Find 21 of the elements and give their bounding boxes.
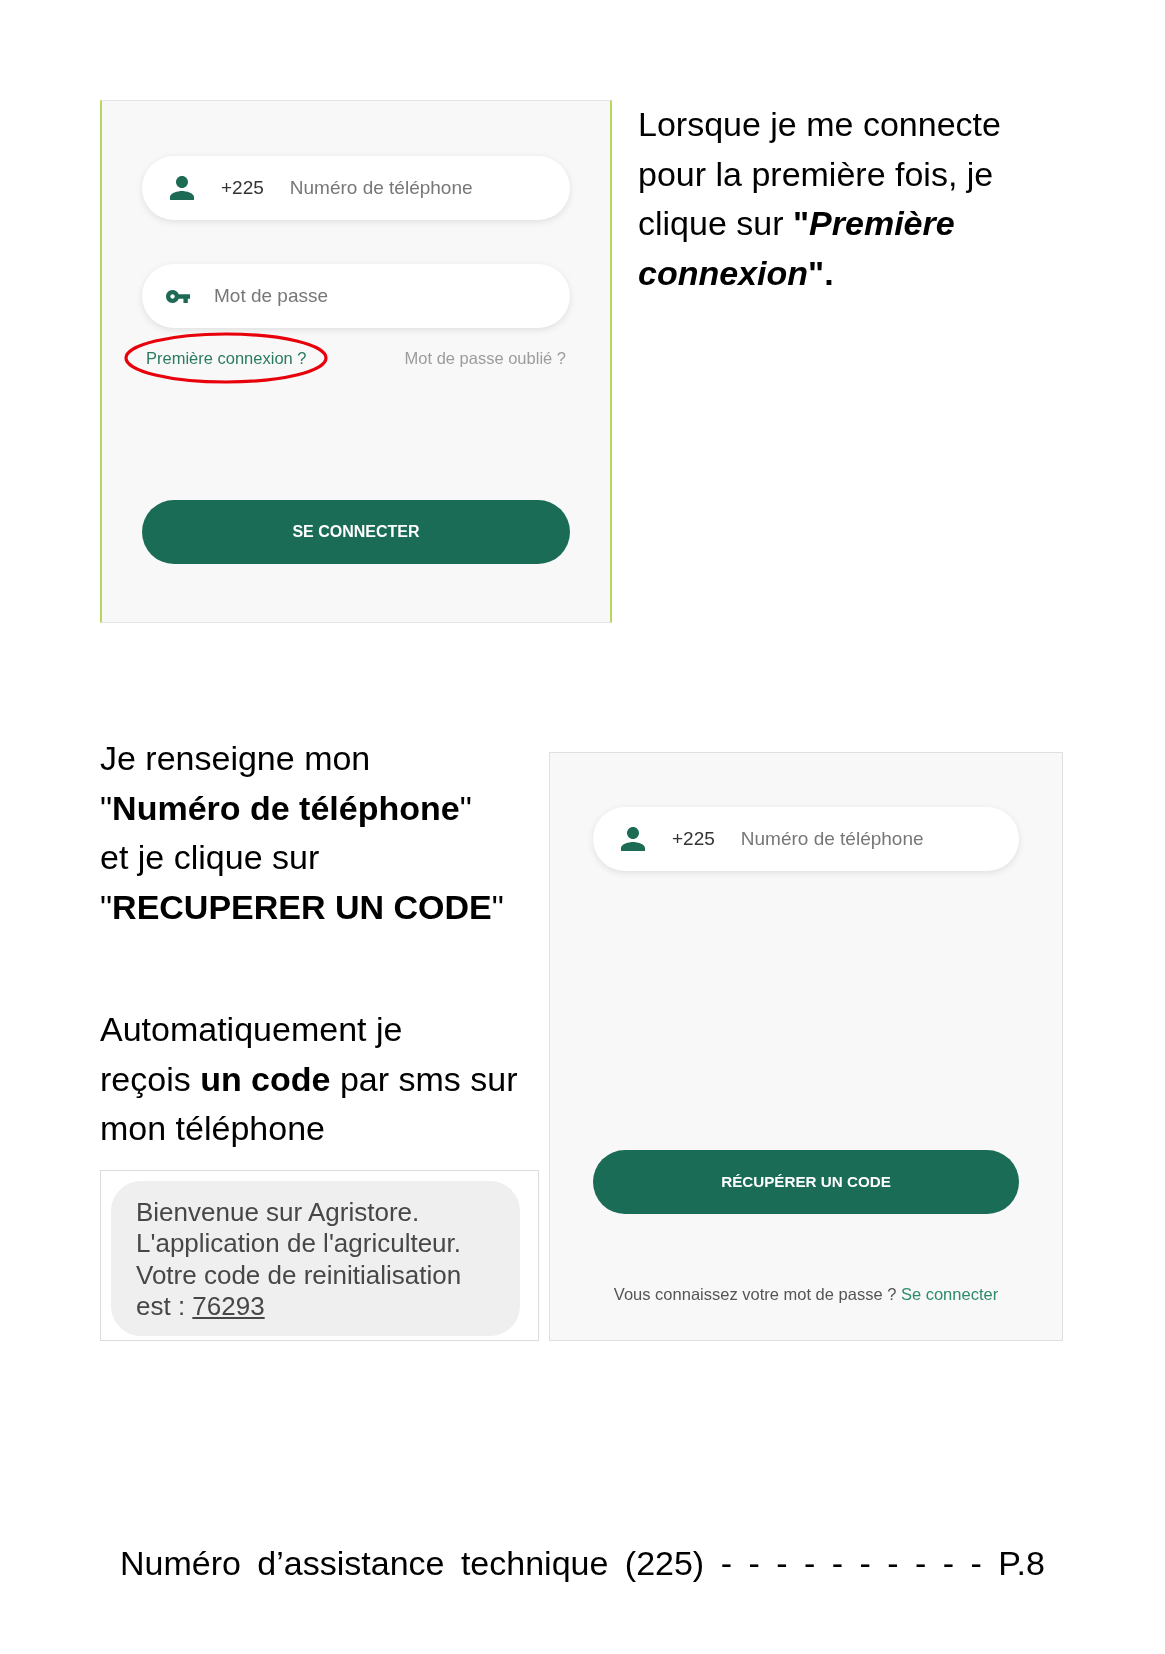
instruction-text: Automatiquement je reçois un code par sms sur mon téléphone (100, 1009, 519, 1149)
code-link[interactable]: 76293 (192, 1291, 265, 1321)
login-prompt-text: Vous connaissez votre mot de passe ? Se connecter (612, 1284, 1000, 1304)
sign-in-link[interactable]: Se connecter (900, 1285, 999, 1303)
password-input[interactable]: Mot de passe (214, 281, 570, 311)
phone-field[interactable]: +225 Numéro de téléphone (142, 156, 570, 220)
person-icon (621, 827, 645, 851)
phone-number-input[interactable]: Numéro de téléphone (289, 173, 570, 203)
phone-field[interactable]: +225 Numéro de téléphone (593, 807, 1019, 871)
phone-number-input[interactable]: Numéro de téléphone (740, 824, 1019, 854)
key-icon (166, 289, 190, 303)
password-field[interactable]: Mot de passe (142, 264, 570, 328)
sms-message-bubble: Bienvenue sur Agristore. L'application de l'agriculteur. Votre code de reinitialisation est : 76293 (111, 1180, 520, 1336)
login-button[interactable]: SE CONNECTER (142, 500, 570, 564)
instruction-text: Je renseigne mon "Numéro de téléphone" et je clique sur "RECUPERER UN CODE" (100, 738, 505, 928)
recover-code-button[interactable]: RÉCUPÉRER UN CODE (593, 1150, 1019, 1214)
instruction-text: Lorsque je me connecte pour la première fois, je clique sur "Première connexion". (638, 104, 1002, 294)
person-icon (170, 176, 194, 200)
country-code-prefix: +225 (672, 826, 715, 851)
country-code-prefix: +225 (221, 175, 264, 200)
page-footer-text: Numéro d’assistance technique (225) - - - - - - - - - - P.8 (119, 1543, 1046, 1584)
